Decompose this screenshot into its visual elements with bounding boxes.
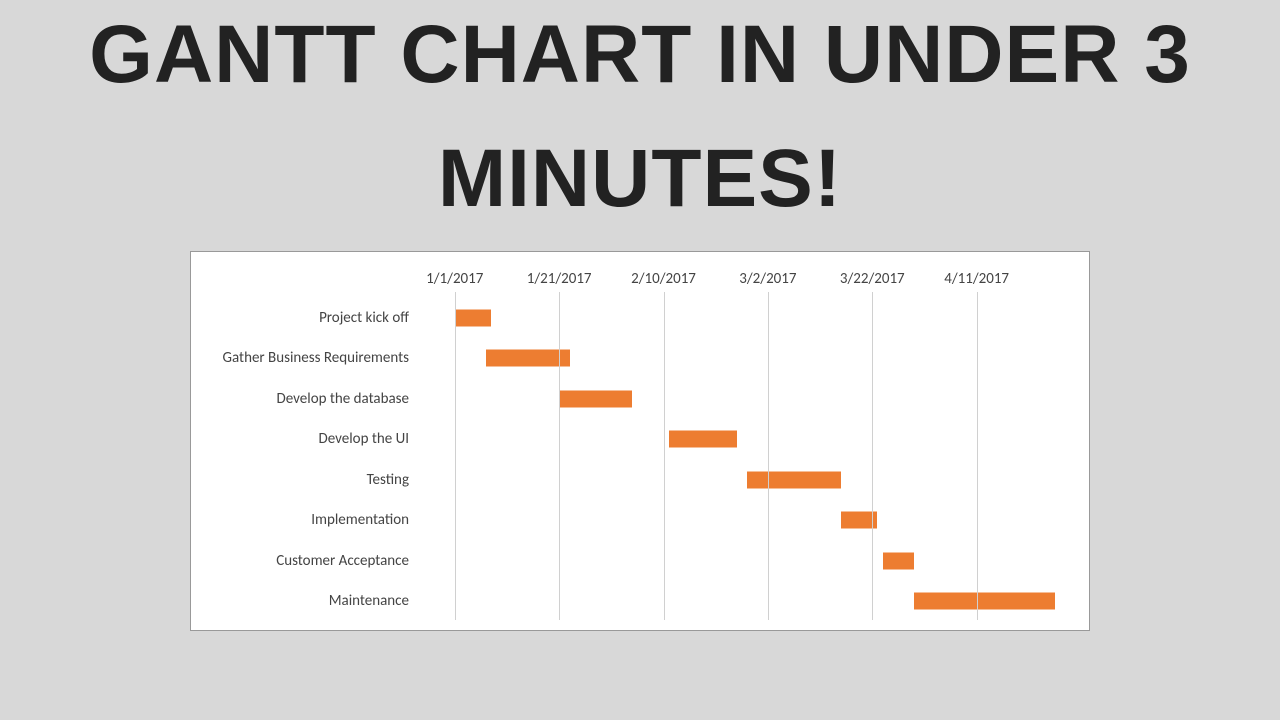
task-label: Customer Acceptance: [199, 552, 409, 570]
chart-area: 1/1/2017 1/21/2017 2/10/2017 3/2/2017 3/22/2…: [191, 262, 1089, 620]
task-row: Project kick off: [191, 309, 1079, 327]
x-axis-label: 4/11/2017: [944, 270, 1009, 288]
task-label: Develop the UI: [199, 430, 409, 448]
gridline: [664, 292, 665, 620]
task-bar: [883, 552, 914, 569]
gantt-chart: 1/1/2017 1/21/2017 2/10/2017 3/2/2017 3/22/2…: [190, 251, 1090, 631]
task-label: Project kick off: [199, 309, 409, 327]
task-row: Maintenance: [191, 592, 1079, 610]
task-bar: [559, 390, 632, 407]
task-bar: [914, 593, 1055, 610]
task-label: Testing: [199, 471, 409, 489]
x-axis-label: 1/21/2017: [527, 270, 592, 288]
task-row: Develop the UI: [191, 430, 1079, 448]
task-label: Implementation: [199, 511, 409, 529]
x-axis-label: 3/22/2017: [840, 270, 905, 288]
task-label: Maintenance: [199, 592, 409, 610]
title-line-1: GANTT CHART IN UNDER 3: [0, 8, 1280, 102]
task-row: Implementation: [191, 511, 1079, 529]
x-axis-label: 3/2/2017: [739, 270, 796, 288]
x-axis: 1/1/2017 1/21/2017 2/10/2017 3/2/2017 3/22/2…: [191, 270, 1089, 292]
task-bar: [669, 431, 737, 448]
plot-area: Project kick off Gather Business Requirem…: [191, 298, 1089, 620]
gridline: [559, 292, 560, 620]
task-bar: [486, 350, 570, 367]
gridline: [768, 292, 769, 620]
task-row: Customer Acceptance: [191, 552, 1079, 570]
title-block: GANTT CHART IN UNDER 3 MINUTES!: [0, 0, 1280, 227]
task-label: Develop the database: [199, 390, 409, 408]
task-row: Testing: [191, 471, 1079, 489]
gridline: [977, 292, 978, 620]
x-axis-label: 2/10/2017: [631, 270, 696, 288]
gridline: [872, 292, 873, 620]
task-label: Gather Business Requirements: [199, 349, 409, 367]
task-bar: [747, 471, 841, 488]
title-line-2: MINUTES!: [0, 132, 1280, 226]
x-axis-label: 1/1/2017: [426, 270, 483, 288]
task-row: Develop the database: [191, 390, 1079, 408]
task-bar: [455, 309, 492, 326]
task-row: Gather Business Requirements: [191, 349, 1079, 367]
gridline: [455, 292, 456, 620]
page: GANTT CHART IN UNDER 3 MINUTES! 1/1/2017…: [0, 0, 1280, 720]
